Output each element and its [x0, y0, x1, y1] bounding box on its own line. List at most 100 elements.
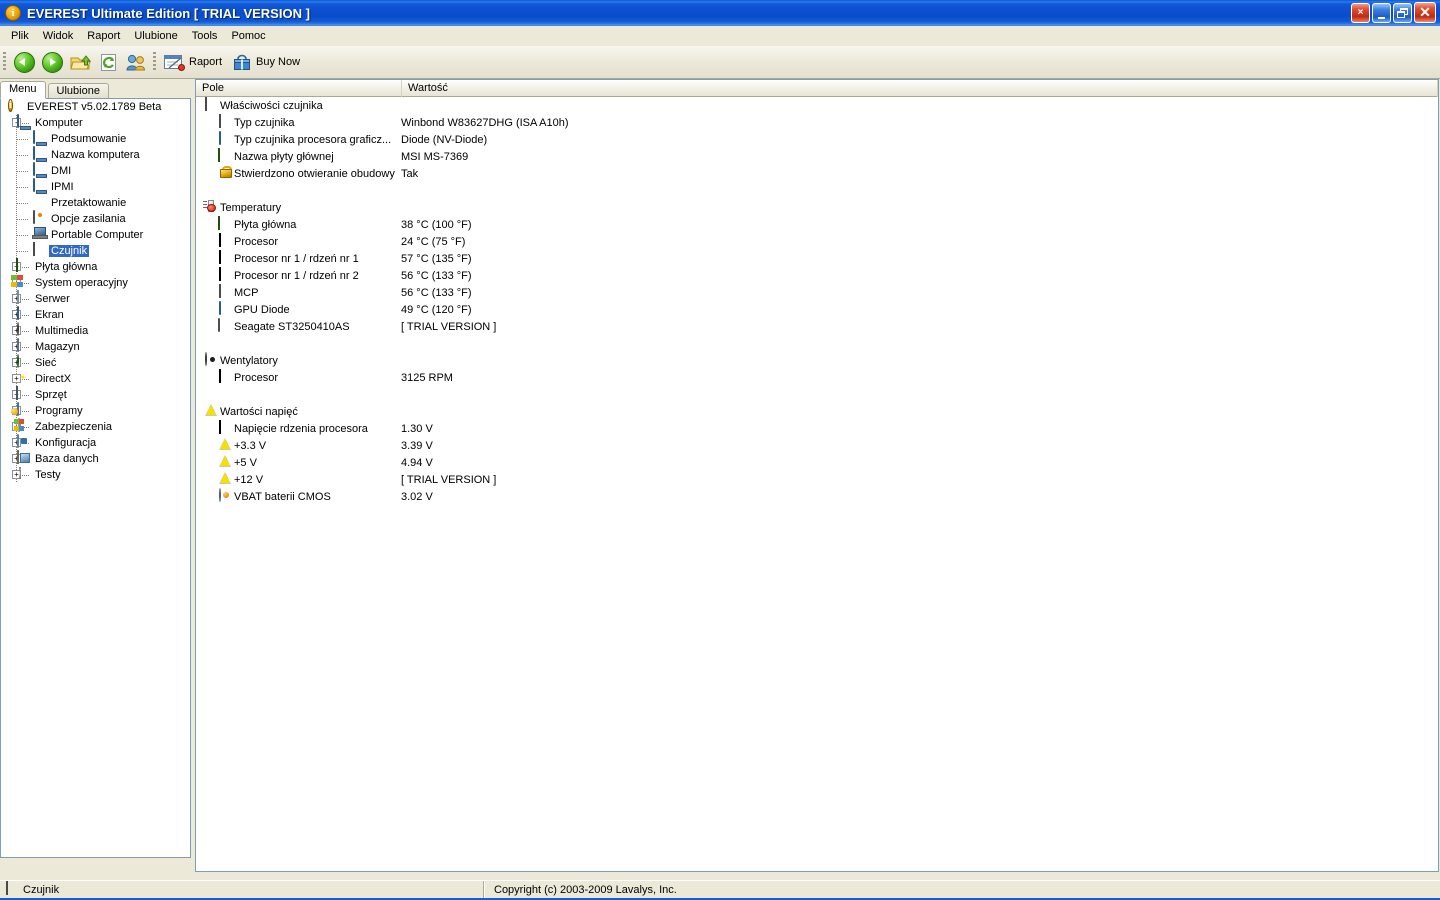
tree-item-system-operacyjny[interactable]: +System operacyjny [1, 275, 190, 291]
sensor-item-row[interactable]: Nazwa płyty głównej MSI MS-7369 [196, 147, 1438, 165]
menu-item-pomoc[interactable]: Pomoc [224, 28, 272, 44]
sensor-item-row[interactable]: Procesor 3125 RPM [196, 368, 1438, 386]
menu-item-ulubione[interactable]: Ulubione [127, 28, 184, 44]
status-copyright-text: Copyright (c) 2003-2009 Lavalys, Inc. [494, 883, 677, 896]
open-folder-icon [69, 54, 91, 69]
tree-item-programy[interactable]: +Programy [1, 402, 190, 419]
mdi-close-button[interactable]: × [1351, 2, 1370, 23]
tree-item-sprz-t[interactable]: +Sprzęt [1, 386, 190, 403]
sensor-field-label: +12 V [234, 473, 264, 486]
monitor-icon [217, 130, 233, 148]
window-controls: × ✕ [1351, 2, 1436, 23]
sensor-item-row[interactable]: VBAT baterii CMOS 3.02 V [196, 487, 1438, 505]
sensor-item-row[interactable]: +12 V [ TRIAL VERSION ] [196, 471, 1438, 488]
toolbar-grip-1[interactable] [3, 52, 6, 72]
sensor-item-row[interactable]: Procesor nr 1 / rdzeń nr 1 57 °C (135 °F) [196, 249, 1438, 267]
shield-icon [14, 418, 31, 435]
tree-item-multimedia[interactable]: +Multimedia [1, 322, 190, 339]
sensor-field-label: Temperatury [220, 201, 282, 214]
menu-item-raport[interactable]: Raport [80, 28, 127, 44]
restore-button[interactable] [1393, 2, 1412, 23]
sensor-item-row[interactable]: Napięcie rdzenia procesora 1.30 V [196, 419, 1438, 437]
hardware-icon [15, 386, 31, 403]
sensor-item-row[interactable]: Procesor nr 1 / rdzeń nr 2 56 °C (133 °F) [196, 266, 1438, 284]
tree-item-portable-computer[interactable]: Portable Computer [1, 227, 190, 243]
tree-item-konfiguracja[interactable]: +Konfiguracja [1, 434, 190, 451]
tree-item-czujnik[interactable]: Czujnik [1, 242, 190, 259]
sensor-value: 38 °C (100 °F) [401, 218, 472, 231]
tree-item-opcje-zasilania[interactable]: Opcje zasilania [1, 210, 190, 227]
menu-item-plik[interactable]: Plik [4, 28, 36, 44]
sensor-value: 56 °C (133 °F) [401, 269, 472, 282]
tree-item-magazyn[interactable]: +Magazyn [1, 338, 190, 355]
menu-item-widok[interactable]: Widok [36, 28, 81, 44]
tree-item-dmi[interactable]: DMI [1, 162, 190, 179]
tree-connector-line [17, 235, 29, 236]
tree-item-directx[interactable]: + DirectX [1, 371, 190, 387]
sensor-value: [ TRIAL VERSION ] [401, 320, 497, 333]
back-button[interactable] [10, 48, 38, 76]
sensor-item-row[interactable]: Typ czujnika Winbond W83627DHG (ISA A10h) [196, 113, 1438, 131]
close-button[interactable]: ✕ [1414, 2, 1436, 23]
server-icon [15, 290, 31, 307]
sensor-group-row[interactable]: Właściwości czujnika [196, 96, 1438, 114]
users-button[interactable] [122, 48, 150, 76]
tree-item-nazwa-komputera[interactable]: Nazwa komputera [1, 146, 190, 163]
sensor-group-row[interactable]: Wartości napięć [196, 403, 1438, 420]
tree-item-ipmi[interactable]: IPMI [1, 178, 190, 195]
tree-item-everest-v5-02-1789-beta[interactable]: i EVEREST v5.02.1789 Beta [1, 99, 190, 115]
sensor-item-row[interactable]: MCP 56 °C (133 °F) [196, 283, 1438, 301]
restore-icon [1397, 7, 1408, 18]
sensor-field-label: Wentylatory [220, 354, 278, 367]
sensor-value: 1.30 V [401, 422, 433, 435]
sensor-item-row[interactable]: Płyta główna 38 °C (100 °F) [196, 215, 1438, 233]
sensor-value: Winbond W83627DHG (ISA A10h) [401, 116, 569, 129]
motherboard-icon [217, 147, 233, 165]
tree-item-testy[interactable]: + Testy [1, 467, 190, 483]
tab-ulubione[interactable]: Ulubione [47, 83, 109, 99]
menu-item-tools[interactable]: Tools [185, 28, 225, 44]
monitor-icon [217, 300, 233, 318]
minimize-button[interactable] [1372, 2, 1391, 23]
sensor-item-row[interactable]: +3.3 V 3.39 V [196, 437, 1438, 454]
open-folder-button[interactable] [66, 48, 94, 76]
forward-button[interactable] [38, 48, 66, 76]
tree-item-komputer[interactable]: -Komputer [1, 114, 190, 131]
sensor-item-row[interactable]: Typ czujnika procesora graficz... Diode (… [196, 130, 1438, 148]
sensor-item-row[interactable]: +5 V 4.94 V [196, 454, 1438, 471]
computer-icon [31, 162, 47, 179]
sensor-value: Diode (NV-Diode) [401, 133, 488, 146]
tree-item-sie[interactable]: +Sieć [1, 354, 190, 371]
tree-item-label: IPMI [51, 181, 74, 193]
computer-icon [15, 114, 31, 131]
column-header-wartosc[interactable]: Wartość [402, 80, 1438, 97]
directx-icon [15, 371, 31, 387]
cpu-icon [217, 419, 233, 437]
column-header-pole[interactable]: Pole [196, 80, 402, 97]
sensor-item-row[interactable]: Stwierdzono otwieranie obudowy Tak [196, 165, 1438, 182]
tab-menu[interactable]: Menu [0, 81, 46, 99]
sensor-item-row[interactable]: Seagate ST3250410AS [ TRIAL VERSION ] [196, 317, 1438, 335]
tree-item-przetaktowanie[interactable]: Przetaktowanie [1, 195, 190, 211]
tree-item-baza-danych[interactable]: +Baza danych [1, 450, 190, 467]
sensor-field-label: Procesor [234, 235, 279, 248]
report-button[interactable]: Raport [160, 48, 229, 76]
sensor-item-row[interactable]: GPU Diode 49 °C (120 °F) [196, 300, 1438, 318]
sensor-group-row[interactable]: Wentylatory [196, 351, 1438, 369]
tree-item-ekran[interactable]: +Ekran [1, 306, 190, 323]
refresh-button[interactable] [94, 48, 122, 76]
toolbar-grip-2[interactable] [153, 52, 156, 72]
navigation-tree[interactable]: i EVEREST v5.02.1789 Beta-Komputer Podsumo… [0, 98, 191, 858]
tree-item-zabezpieczenia[interactable]: +Zabezpieczenia [1, 418, 190, 435]
row-spacer [196, 182, 1438, 199]
sensor-group-row[interactable]: Temperatury [196, 199, 1438, 216]
buy-now-button[interactable]: Buy Now [229, 48, 307, 76]
tree-item-p-yta-g-wna[interactable]: +Płyta główna [1, 258, 190, 275]
tree-connector-line [17, 219, 29, 220]
tree-item-podsumowanie[interactable]: Podsumowanie [1, 130, 190, 147]
sensor-item-row[interactable]: Procesor 24 °C (75 °F) [196, 232, 1438, 250]
tree-item-serwer[interactable]: +Serwer [1, 290, 190, 307]
tree-item-label: Płyta główna [35, 261, 98, 273]
speaker-icon [15, 322, 31, 339]
sensor-value: 3125 RPM [401, 371, 453, 384]
